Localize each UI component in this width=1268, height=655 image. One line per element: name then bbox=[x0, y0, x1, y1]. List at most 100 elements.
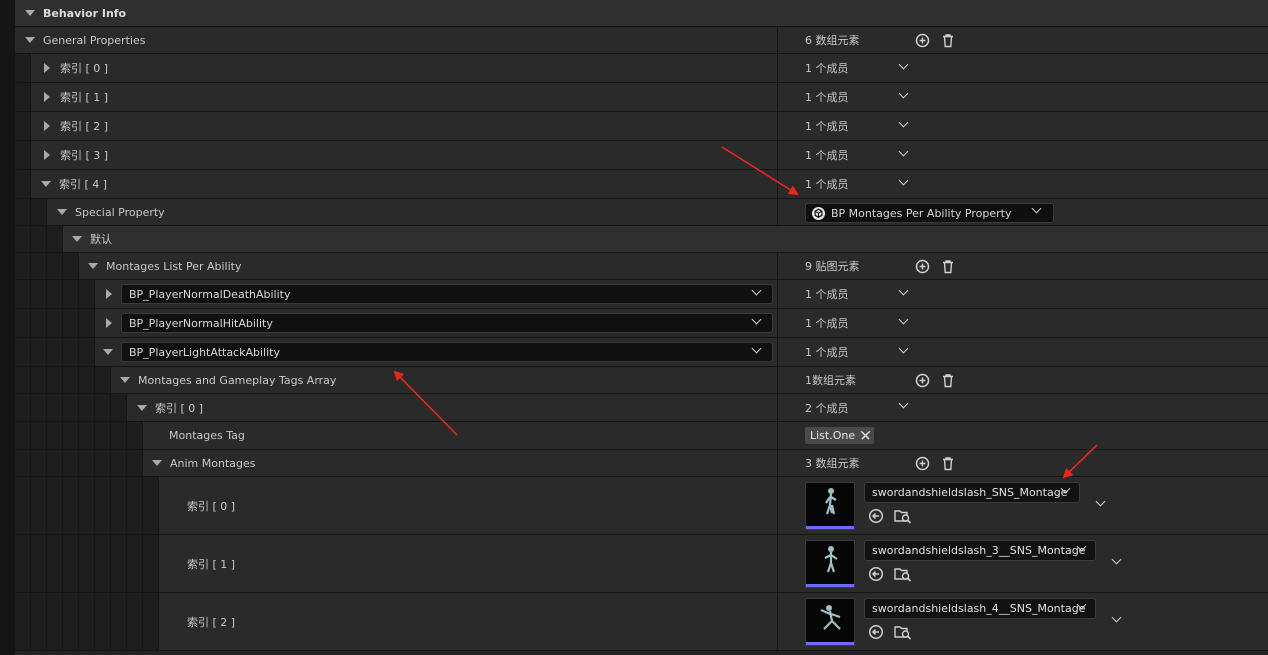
chevron-down-icon[interactable] bbox=[751, 343, 762, 354]
collapse-arrow-icon[interactable] bbox=[152, 460, 162, 466]
chevron-down-icon[interactable] bbox=[898, 175, 909, 186]
chevron-down-icon[interactable] bbox=[898, 285, 909, 296]
collapse-arrow-icon[interactable] bbox=[120, 377, 130, 383]
asset-picker-dropdown[interactable]: swordandshieldslash_3__SNS_Montage bbox=[864, 540, 1096, 561]
expand-arrow-icon[interactable] bbox=[44, 63, 50, 73]
montages-tag-row: Montages Tag List.One bbox=[15, 422, 1268, 450]
collapse-arrow-icon[interactable] bbox=[88, 263, 98, 269]
trash-icon[interactable] bbox=[941, 259, 955, 274]
ability-name: BP_PlayerNormalDeathAbility bbox=[129, 287, 291, 301]
asset-thumbnail[interactable] bbox=[805, 598, 855, 646]
category-title: 默认 bbox=[90, 233, 112, 246]
character-figure-icon bbox=[824, 546, 838, 573]
member-count: 1 个成员 bbox=[805, 317, 849, 330]
asset-thumbnail[interactable] bbox=[805, 540, 855, 588]
category-title: Behavior Info bbox=[43, 6, 127, 20]
add-circle-icon[interactable] bbox=[915, 456, 930, 471]
browse-to-asset-icon[interactable] bbox=[894, 508, 912, 524]
browse-to-asset-icon[interactable] bbox=[894, 624, 912, 640]
collapse-arrow-icon[interactable] bbox=[72, 236, 82, 242]
category-behavior-info[interactable]: Behavior Info bbox=[15, 0, 1268, 27]
expand-arrow-icon[interactable] bbox=[44, 121, 50, 131]
index-label: 索引 [ 0 ] bbox=[155, 401, 204, 415]
add-circle-icon[interactable] bbox=[915, 259, 930, 274]
use-selected-asset-icon[interactable] bbox=[868, 508, 884, 524]
expand-arrow-icon[interactable] bbox=[106, 318, 112, 328]
use-selected-asset-icon[interactable] bbox=[868, 566, 884, 582]
index-label: 索引 [ 3 ] bbox=[60, 149, 109, 162]
collapse-arrow-icon[interactable] bbox=[25, 37, 35, 43]
chevron-down-icon[interactable] bbox=[898, 343, 909, 354]
character-figure-icon bbox=[820, 605, 841, 630]
ability-key-dropdown[interactable]: BP_PlayerNormalHitAbility bbox=[121, 313, 773, 333]
chevron-down-icon[interactable] bbox=[898, 146, 909, 157]
ability-key-dropdown[interactable]: BP_PlayerLightAttackAbility bbox=[121, 342, 773, 362]
collapse-arrow-icon[interactable] bbox=[25, 10, 35, 16]
asset-name: swordandshieldslash_SNS_Montage bbox=[872, 486, 1068, 499]
asset-name: swordandshieldslash_3__SNS_Montage bbox=[872, 544, 1086, 557]
chevron-down-icon[interactable] bbox=[751, 285, 762, 296]
ability-name: BP_PlayerLightAttackAbility bbox=[129, 345, 280, 359]
chevron-down-icon[interactable] bbox=[898, 88, 909, 99]
member-count: 1 个成员 bbox=[805, 346, 849, 359]
index-label: 索引 [ 2 ] bbox=[187, 615, 236, 629]
property-label: Montages Tag bbox=[169, 429, 245, 442]
index-row: 索引 [ 0 ] 2 个成员 bbox=[15, 394, 1268, 422]
gameplay-tag-value: List.One bbox=[810, 429, 856, 442]
class-picker-value: BP Montages Per Ability Property bbox=[831, 206, 1012, 220]
property-label: Montages and Gameplay Tags Array bbox=[138, 373, 337, 387]
index-label: 索引 [ 1 ] bbox=[187, 557, 236, 571]
ability-entry-row: BP_PlayerNormalHitAbility 1 个成员 bbox=[15, 309, 1268, 338]
chevron-down-icon[interactable] bbox=[898, 398, 909, 409]
chevron-down-icon[interactable] bbox=[1111, 612, 1122, 623]
expand-arrow-icon[interactable] bbox=[106, 289, 112, 299]
ability-key-dropdown[interactable]: BP_PlayerNormalDeathAbility bbox=[121, 284, 773, 304]
expand-arrow-icon[interactable] bbox=[44, 150, 50, 160]
index-label: 索引 [ 0 ] bbox=[187, 499, 236, 513]
class-picker-dropdown[interactable]: BP Montages Per Ability Property bbox=[805, 203, 1054, 223]
property-label: General Properties bbox=[43, 33, 146, 47]
chevron-down-icon[interactable] bbox=[898, 314, 909, 325]
chevron-down-icon[interactable] bbox=[898, 59, 909, 70]
index-label: 索引 [ 0 ] bbox=[60, 62, 109, 75]
chevron-down-icon[interactable] bbox=[751, 314, 762, 325]
member-count: 1 个成员 bbox=[805, 149, 849, 162]
member-count: 1 个成员 bbox=[805, 62, 849, 75]
browse-to-asset-icon[interactable] bbox=[894, 566, 912, 582]
index-row: 索引 [ 4 ] 1 个成员 bbox=[15, 170, 1268, 199]
chevron-down-icon[interactable] bbox=[898, 117, 909, 128]
chevron-down-icon[interactable] bbox=[1111, 554, 1122, 565]
collapse-arrow-icon[interactable] bbox=[103, 349, 113, 355]
index-label: 索引 [ 4 ] bbox=[59, 178, 108, 191]
chevron-down-icon[interactable] bbox=[1031, 203, 1042, 214]
ability-entry-row: BP_PlayerNormalDeathAbility 1 个成员 bbox=[15, 280, 1268, 309]
add-circle-icon[interactable] bbox=[915, 373, 930, 388]
category-default[interactable]: 默认 bbox=[15, 226, 1268, 253]
collapse-arrow-icon[interactable] bbox=[137, 404, 147, 411]
member-count: 1 个成员 bbox=[805, 178, 849, 191]
special-property-row: Special Property BP Montages Per Ability… bbox=[15, 199, 1268, 226]
add-circle-icon[interactable] bbox=[915, 33, 930, 48]
chevron-down-icon[interactable] bbox=[1095, 496, 1106, 507]
ability-name: BP_PlayerNormalHitAbility bbox=[129, 316, 273, 330]
array-count: 1数组元素 bbox=[805, 374, 856, 387]
trash-icon[interactable] bbox=[941, 373, 955, 388]
montage-entry-row: 索引 [ 2 ] swordandshieldslash_4__SNS_Mont… bbox=[15, 593, 1268, 651]
member-count: 2 个成员 bbox=[805, 401, 849, 415]
index-row: 索引 [ 3 ] 1 个成员 bbox=[15, 141, 1268, 170]
trash-icon[interactable] bbox=[941, 456, 955, 471]
index-row: 索引 [ 2 ] 1 个成员 bbox=[15, 112, 1268, 141]
character-figure-icon bbox=[825, 488, 837, 515]
asset-thumbnail[interactable] bbox=[805, 482, 855, 530]
collapse-arrow-icon[interactable] bbox=[57, 209, 67, 215]
expand-arrow-icon[interactable] bbox=[44, 92, 50, 102]
asset-picker-dropdown[interactable]: swordandshieldslash_SNS_Montage bbox=[864, 482, 1080, 503]
asset-picker-dropdown[interactable]: swordandshieldslash_4__SNS_Montage bbox=[864, 598, 1096, 619]
array-count: 3 数组元素 bbox=[805, 457, 860, 470]
use-selected-asset-icon[interactable] bbox=[868, 624, 884, 640]
anim-montages-row: Anim Montages 3 数组元素 bbox=[15, 450, 1268, 477]
collapse-arrow-icon[interactable] bbox=[41, 181, 51, 187]
trash-icon[interactable] bbox=[941, 33, 955, 48]
montage-entry-row: 索引 [ 1 ] swordandshieldslash_3__SNS_Mont… bbox=[15, 535, 1268, 593]
member-count: 1 个成员 bbox=[805, 91, 849, 104]
